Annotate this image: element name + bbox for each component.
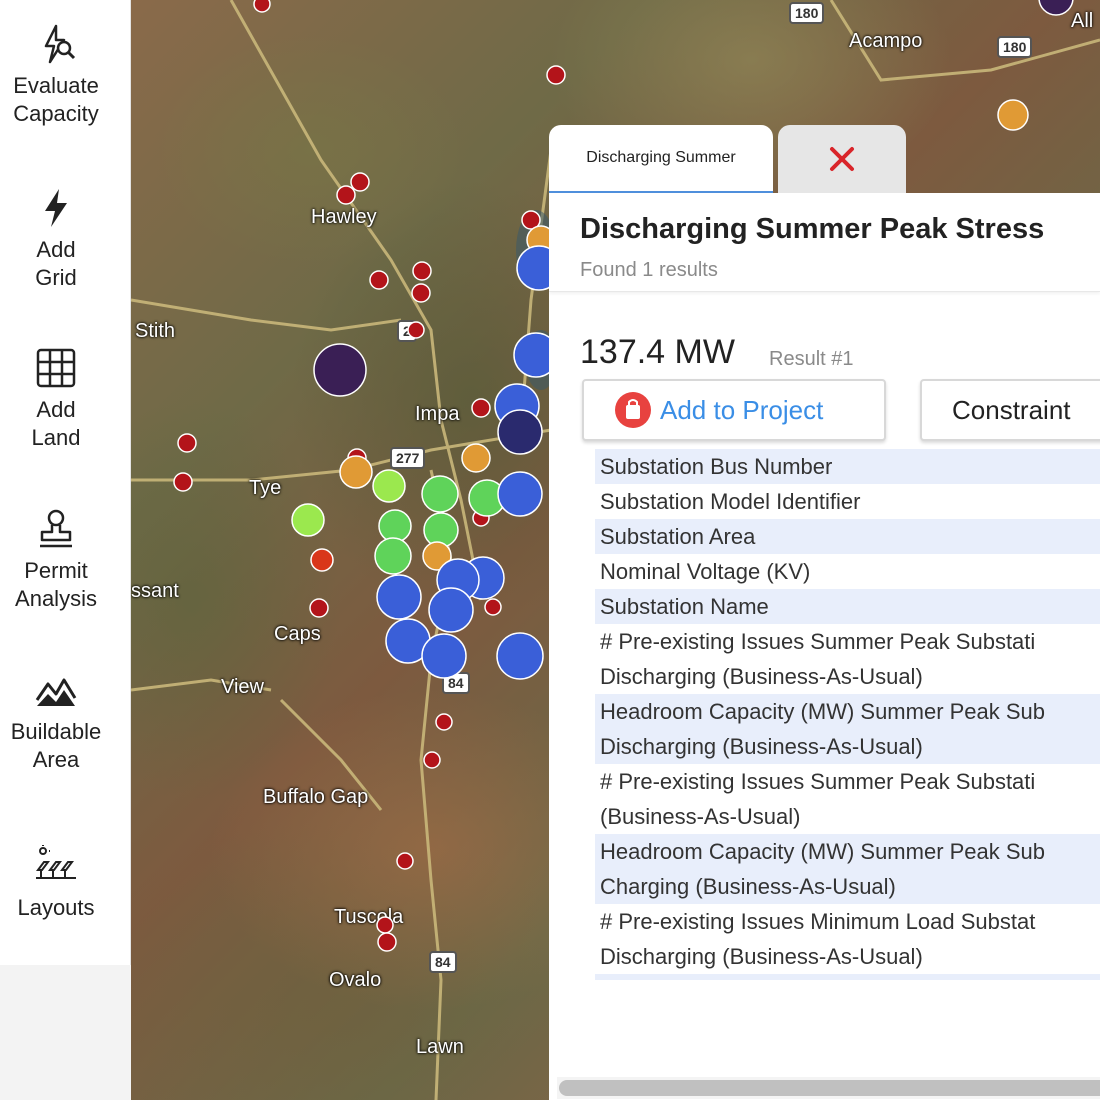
scrollbar-thumb[interactable] bbox=[559, 1080, 1100, 1096]
substation-marker bbox=[336, 185, 356, 205]
constraint-label: Constraint bbox=[952, 394, 1071, 425]
tool-label: Buildable Area bbox=[10, 719, 102, 772]
attribute-row: (Business-As-Usual) bbox=[600, 804, 801, 829]
substation-marker bbox=[291, 503, 325, 537]
attribute-row: Charging (Business-As-Usual) bbox=[595, 869, 1100, 904]
attribute-row: Substation Model Identifier bbox=[600, 489, 861, 514]
buildable-area-tool[interactable]: Buildable Area bbox=[0, 668, 112, 774]
substation-marker bbox=[350, 172, 370, 192]
capacity-value: 137.4 MW bbox=[580, 333, 735, 371]
substation-marker bbox=[374, 537, 412, 575]
tool-label: Evaluate Capacity bbox=[13, 73, 99, 126]
tool-label: Permit Analysis bbox=[15, 558, 97, 611]
substation-marker bbox=[412, 261, 432, 281]
attribute-row: Headroom Capacity (MW) Summer Peak Sub bbox=[595, 834, 1100, 869]
permit-analysis-tool[interactable]: Permit Analysis bbox=[0, 507, 112, 613]
layouts-tool[interactable]: Layouts bbox=[0, 844, 112, 922]
substation-marker bbox=[372, 469, 406, 503]
substation-marker bbox=[484, 598, 502, 616]
add-land-tool[interactable]: Add Land bbox=[0, 346, 112, 452]
results-panel: Discharging Summer Discharging Summer Pe… bbox=[549, 125, 1100, 1100]
substation-marker bbox=[1038, 0, 1074, 16]
attribute-row: Substation Name bbox=[595, 589, 1100, 624]
sidebar-footer bbox=[0, 965, 131, 1100]
attribute-row: Discharging (Business-As-Usual) bbox=[595, 729, 1100, 764]
substation-marker bbox=[435, 713, 453, 731]
substation-marker bbox=[378, 509, 412, 543]
substation-marker bbox=[546, 65, 566, 85]
tool-label: Add Land bbox=[31, 397, 81, 450]
substation-marker bbox=[173, 472, 193, 492]
add-to-project-button[interactable]: Add to Project bbox=[582, 379, 886, 441]
substation-marker bbox=[421, 475, 459, 513]
solar-layout-icon bbox=[36, 845, 76, 879]
attribute-row: Headroom Capacity (MW) Summer Peak Sub bbox=[595, 694, 1100, 729]
substation-marker bbox=[421, 633, 467, 679]
substation-marker bbox=[423, 751, 441, 769]
close-tab-button[interactable] bbox=[778, 125, 906, 193]
substation-marker bbox=[377, 932, 397, 952]
panel-title: Discharging Summer Peak Stress bbox=[580, 213, 1045, 245]
substation-marker bbox=[411, 283, 431, 303]
substation-marker bbox=[376, 574, 422, 620]
substation-marker bbox=[497, 471, 543, 517]
substation-marker bbox=[428, 587, 474, 633]
attribute-row: Discharging (Business-As-Usual) bbox=[600, 664, 923, 689]
substation-marker bbox=[497, 409, 543, 455]
substation-marker bbox=[471, 398, 491, 418]
panel-tabs: Discharging Summer bbox=[549, 125, 1100, 194]
attribute-row: Discharging (Business-As-Usual) bbox=[600, 944, 923, 969]
add-to-project-label: Add to Project bbox=[660, 394, 824, 425]
substation-marker bbox=[496, 632, 544, 680]
tab-discharging-summer[interactable]: Discharging Summer bbox=[549, 125, 773, 194]
add-grid-tool[interactable]: Add Grid bbox=[0, 186, 112, 292]
constraint-button[interactable]: Constraint bbox=[920, 379, 1100, 441]
attribute-row: Substation Bus Number bbox=[595, 449, 1100, 484]
substation-marker bbox=[396, 852, 414, 870]
substation-marker bbox=[310, 548, 334, 572]
panel-body: Discharging Summer Peak Stress Found 1 r… bbox=[549, 193, 1100, 1100]
terrain-icon bbox=[35, 678, 77, 706]
tool-label: Layouts bbox=[17, 895, 95, 920]
substation-marker bbox=[177, 433, 197, 453]
substation-marker bbox=[376, 916, 394, 934]
attribute-row: Substation Area bbox=[595, 519, 1100, 554]
result-number: Result #1 bbox=[769, 348, 854, 370]
attribute-row: # Pre-existing Issues Minimum Load Subst… bbox=[600, 909, 1036, 934]
tool-label: Add Grid bbox=[35, 237, 77, 290]
lightning-icon bbox=[45, 189, 67, 227]
lightning-search-icon bbox=[44, 24, 76, 64]
attribute-list: Substation Bus Number Substation Model I… bbox=[595, 449, 1100, 980]
stamp-icon bbox=[40, 509, 72, 548]
horizontal-scrollbar[interactable] bbox=[557, 1077, 1100, 1099]
substation-marker bbox=[309, 598, 329, 618]
attribute-row: # Pre-existing Issues Summer Peak Substa… bbox=[600, 629, 1036, 654]
substation-marker bbox=[339, 455, 373, 489]
attribute-row: # Pre-existing Issues Summer Peak Substa… bbox=[600, 769, 1036, 794]
attribute-row bbox=[595, 974, 1100, 980]
app-window: Evaluate Capacity Add Grid Add Land Perm… bbox=[0, 0, 1100, 1100]
substation-marker bbox=[461, 443, 491, 473]
shopping-bag-icon bbox=[615, 392, 651, 428]
panel-header: Discharging Summer Peak Stress Found 1 r… bbox=[549, 193, 1100, 292]
left-toolbar: Evaluate Capacity Add Grid Add Land Perm… bbox=[0, 0, 131, 965]
substation-marker bbox=[253, 0, 271, 13]
evaluate-capacity-tool[interactable]: Evaluate Capacity bbox=[0, 22, 112, 128]
attribute-row: Nominal Voltage (KV) bbox=[600, 559, 811, 584]
substation-marker bbox=[407, 321, 425, 339]
grid-icon bbox=[36, 348, 76, 388]
substation-marker bbox=[369, 270, 389, 290]
results-count: Found 1 results bbox=[580, 259, 718, 281]
substation-marker bbox=[313, 343, 367, 397]
close-x-icon bbox=[830, 147, 854, 171]
